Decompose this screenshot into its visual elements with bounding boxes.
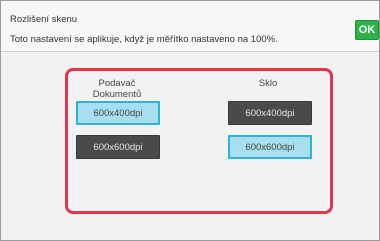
- dialog-title: Rozlišení skenu: [10, 14, 78, 25]
- glass-600x600-button[interactable]: 600x600dpi: [228, 135, 312, 159]
- feeder-600x400-button[interactable]: 600x400dpi: [76, 101, 160, 125]
- glass-600x400-button[interactable]: 600x400dpi: [228, 101, 312, 125]
- feeder-600x600-button[interactable]: 600x600dpi: [76, 135, 160, 159]
- document-feeder-label: Podavač Dokumentů: [92, 78, 142, 100]
- ok-button[interactable]: OK: [355, 20, 379, 40]
- dialog-header: Rozlišení skenu Toto nastavení se apliku…: [1, 1, 379, 52]
- glass-label: Sklo: [258, 78, 278, 89]
- resolution-options-panel: Podavač Dokumentů Sklo 600x400dpi 600x60…: [65, 68, 333, 214]
- dialog-subtitle: Toto nastavení se aplikuje, když je měří…: [10, 34, 278, 45]
- content-area: Podavač Dokumentů Sklo 600x400dpi 600x60…: [1, 52, 379, 240]
- scan-resolution-dialog: Rozlišení skenu Toto nastavení se apliku…: [0, 0, 380, 241]
